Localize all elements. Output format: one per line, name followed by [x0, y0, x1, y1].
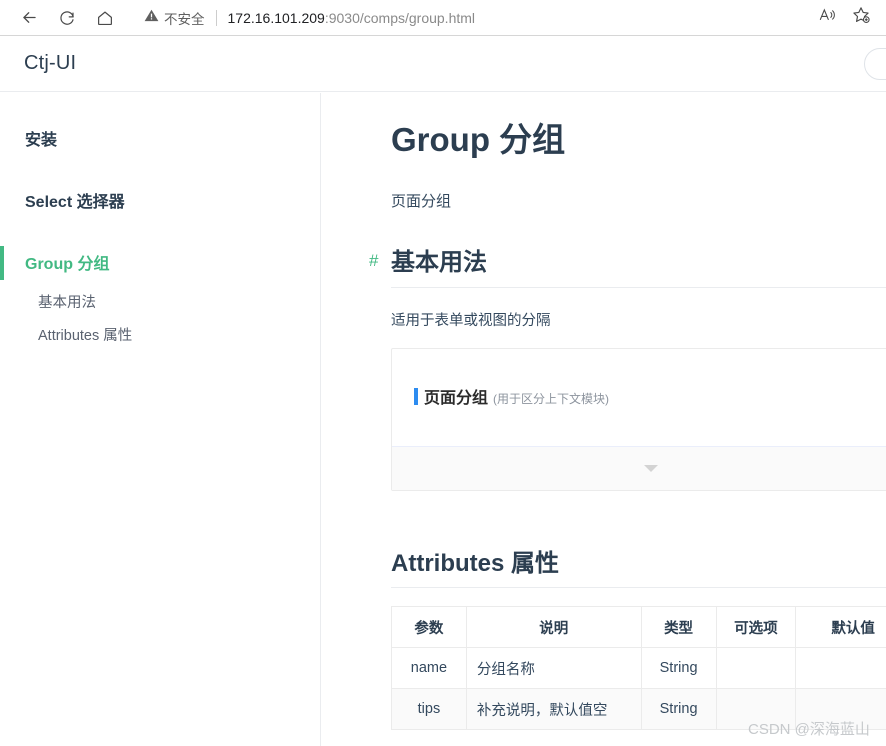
doc-title: Group 分组 [391, 121, 566, 158]
doc-description: 页面分组 [391, 193, 452, 211]
sidebar-item-label: 安装 [25, 132, 58, 149]
add-favorite-star-icon [851, 5, 871, 30]
section-description: 适用于表单或视图的分隔 [391, 313, 551, 330]
address-bar[interactable]: 不安全 172.16.101.209:9030/comps/group.html [134, 3, 808, 32]
sidebar-item-group[interactable]: Group 分组 [0, 243, 320, 287]
sidebar-subitem-attributes[interactable]: Attributes 属性 [0, 320, 320, 353]
sidebar-subitem-label: Attributes 属性 [38, 328, 133, 345]
warning-triangle-icon [144, 8, 159, 28]
table-cell-options [715, 688, 797, 731]
table-cell-desc: 补充说明，默认值空 [465, 688, 642, 731]
section-heading-basic-usage: # 基本用法 [369, 247, 886, 289]
table-cell-param: name [391, 647, 467, 690]
main-content: Group 分组 页面分组 # 基本用法 适用于表单或视图的分隔 页面分组 (用… [322, 93, 886, 746]
url-path: :9030/comps/group.html [324, 9, 476, 26]
home-icon [96, 9, 114, 27]
back-button[interactable] [14, 3, 44, 33]
table-cell-type: String [640, 688, 717, 731]
anchor-hash-icon[interactable]: # [369, 250, 378, 272]
demo-card-expand-bar[interactable] [392, 446, 886, 491]
table-col-desc: 说明 [465, 606, 642, 649]
read-aloud-icon [818, 6, 837, 30]
back-arrow-icon [20, 8, 39, 27]
chevron-down-icon[interactable] [644, 465, 658, 473]
table-col-param: 参数 [391, 606, 467, 649]
table-cell-default [795, 688, 886, 731]
sidebar-subitem-label: 基本用法 [38, 295, 96, 311]
site-security-chip[interactable]: 不安全 [144, 8, 205, 28]
group-component: 页面分组 (用于区分上下文模块) [414, 384, 886, 408]
omnibox-divider [215, 9, 217, 26]
toolbar-actions [808, 3, 886, 33]
security-label: 不安全 [164, 11, 205, 27]
reload-button[interactable] [52, 3, 82, 33]
demo-card-body: 页面分组 (用于区分上下文模块) [392, 349, 886, 446]
read-aloud-button[interactable] [812, 3, 842, 33]
table-col-default: 默认值 [795, 606, 886, 649]
table-row: name 分组名称 String [391, 647, 886, 690]
sidebar-item-install[interactable]: 安装 [0, 119, 320, 163]
sidebar-item-select[interactable]: Select 选择器 [0, 181, 320, 225]
reload-icon [58, 9, 76, 27]
demo-card: 页面分组 (用于区分上下文模块) [391, 348, 886, 492]
active-indicator-bar [0, 246, 4, 280]
table-cell-param: tips [391, 688, 467, 731]
add-favorite-button[interactable] [846, 3, 876, 33]
url-host: 172.16.101.209 [227, 9, 325, 26]
group-tips-label: (用于区分上下文模块) [493, 392, 610, 407]
table-cell-type: String [640, 647, 717, 690]
sidebar-item-label: Group 分组 [25, 256, 110, 273]
attributes-table: 参数 说明 类型 可选项 默认值 name 分组名称 String tips 补… [391, 606, 886, 731]
sidebar-item-label: Select 选择器 [25, 194, 125, 211]
site-header: Ctj-UI [0, 36, 886, 92]
table-cell-default [795, 647, 886, 690]
page-title[interactable]: Ctj-UI [24, 52, 76, 75]
group-name-label: 页面分组 [424, 390, 489, 408]
table-col-options: 可选项 [715, 606, 797, 649]
section-heading-label: 基本用法 [391, 249, 487, 277]
table-cell-options [715, 647, 797, 690]
url-text[interactable]: 172.16.101.209:9030/comps/group.html [228, 10, 476, 26]
sidebar-nav: 安装 Select 选择器 Group 分组 基本用法 Attributes 属… [0, 93, 321, 746]
browser-toolbar: 不安全 172.16.101.209:9030/comps/group.html [0, 0, 886, 36]
table-col-type: 类型 [640, 606, 717, 649]
table-header-row: 参数 说明 类型 可选项 默认值 [391, 606, 886, 649]
sidebar-subitem-basic-usage[interactable]: 基本用法 [0, 287, 320, 320]
search-input[interactable] [864, 48, 886, 80]
section-heading-attributes: Attributes 属性 [391, 543, 886, 589]
home-button[interactable] [90, 3, 120, 33]
table-row: tips 补充说明，默认值空 String [391, 688, 886, 731]
table-cell-desc: 分组名称 [465, 647, 642, 690]
group-accent-bar-icon [414, 388, 418, 406]
